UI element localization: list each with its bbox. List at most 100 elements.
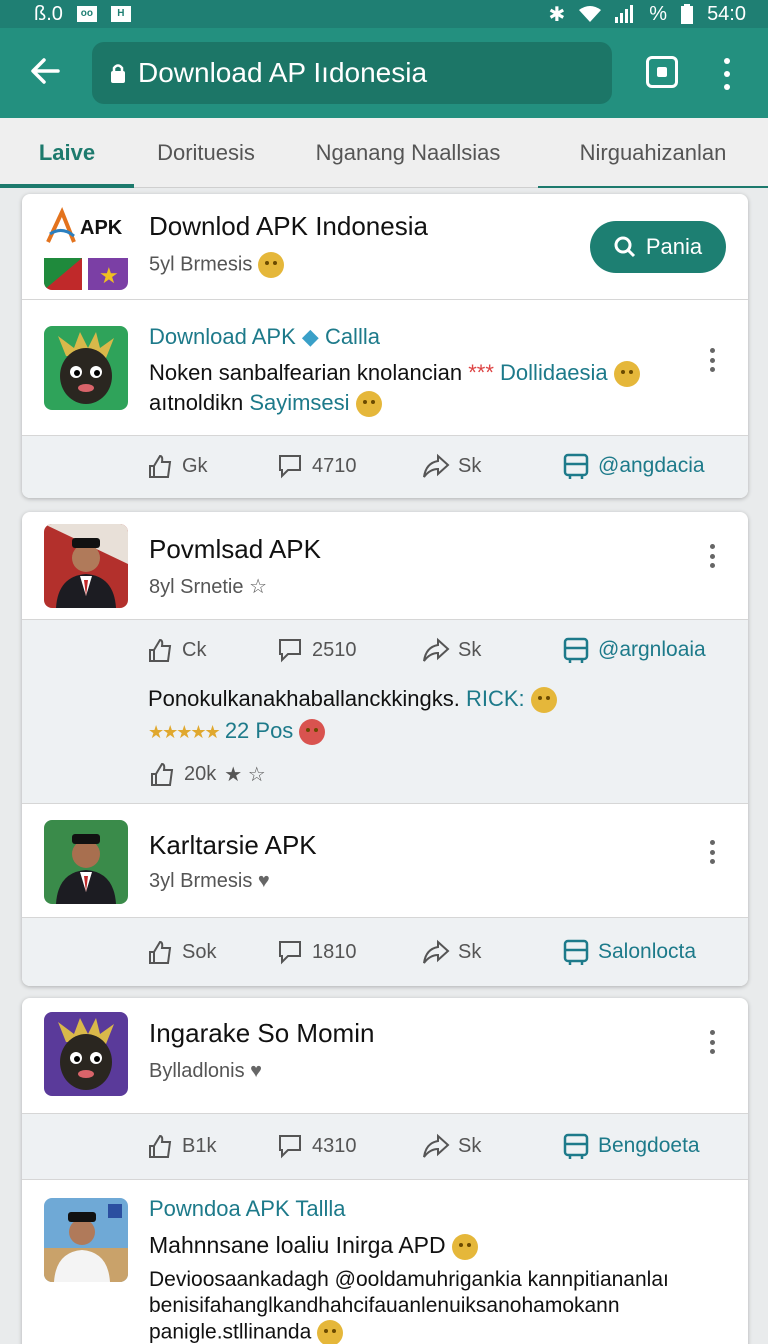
post-line-3: benisifahanglkandhahcifauanlenuiksanoham…	[149, 1294, 620, 1317]
comment-button[interactable]: 2510	[276, 620, 357, 680]
site-subtitle: 5yl Brmesis	[149, 252, 284, 278]
wifi-icon	[579, 6, 602, 22]
post-title: Karltarsie APK	[149, 830, 317, 860]
tab-laive[interactable]: Laive	[0, 118, 134, 188]
post-card-2: Povmlsad APK 8yl Srnetie ☆ Ck 2510 Sk @a…	[22, 512, 748, 986]
back-arrow-icon[interactable]	[28, 54, 62, 88]
post-body: Ponokulkanakhaballanckkingks. RICK:	[148, 686, 557, 714]
post-title: Powndoa APK Tallla	[149, 1196, 346, 1221]
rating-row: ★★★★★ 22 Pos	[148, 718, 326, 746]
more-options-icon[interactable]	[708, 840, 716, 864]
bus-icon	[563, 453, 589, 479]
comment-icon	[279, 639, 301, 663]
like-button[interactable]: Ck	[146, 620, 206, 680]
likes-count[interactable]: 20k ★ ☆	[148, 754, 266, 794]
status-bar: ß.0 oo H ✱ % 54:0	[0, 0, 768, 28]
post-line-2: Devioosaankadagh @ooldamuhrigankia kannp…	[149, 1268, 669, 1291]
post-row-2[interactable]: Povmlsad APK 8yl Srnetie ☆	[22, 512, 748, 620]
battery-icon	[681, 4, 694, 24]
post-title: Ingarake So Momin	[149, 1018, 375, 1048]
notification-icon: oo	[76, 6, 97, 22]
share-icon	[423, 637, 450, 662]
app-bar: Download AP Iıdonesia	[0, 28, 768, 118]
site-title: Downlod APK Indonesia	[149, 211, 428, 241]
share-button[interactable]: Sk	[422, 922, 481, 982]
header-row: APK ★ Downlod APK Indonesia 5yl Brmesis …	[22, 194, 748, 300]
thumbs-up-icon	[149, 1134, 172, 1158]
post-card-3: Ingarake So Momin Bylladlonis ♥ B1k 4310…	[22, 998, 748, 1344]
post-title: Download APK ◆ Callla	[149, 324, 380, 349]
status-left-text: ß.0	[34, 2, 63, 25]
source-link[interactable]: Salonlocta	[562, 922, 696, 982]
post-line-1: Mahnnsane loaliu Inirga APD	[149, 1232, 479, 1260]
more-options-icon[interactable]	[708, 348, 716, 372]
post-line-4: panigle.stllinanda	[149, 1320, 344, 1344]
thumbs-up-icon	[149, 454, 172, 478]
tab-nirguahizanlan[interactable]: Nirguahizanlan	[538, 118, 768, 188]
like-button[interactable]: Gk	[146, 436, 208, 496]
comment-icon	[279, 1135, 301, 1159]
star-rating: ★★★★★	[148, 722, 221, 742]
thumbs-up-icon	[149, 940, 172, 964]
post-subtitle: Bylladlonis ♥	[149, 1060, 263, 1082]
post-card-1: APK ★ Downlod APK Indonesia 5yl Brmesis …	[22, 194, 748, 498]
post-row-3[interactable]: Karltarsie APK 3yl Brmesis ♥	[22, 804, 748, 918]
post-title: Povmlsad APK	[149, 534, 321, 564]
search-icon	[614, 236, 635, 258]
like-button[interactable]: Sok	[146, 922, 216, 982]
bus-icon	[563, 637, 589, 663]
more-options-icon[interactable]	[708, 1030, 716, 1054]
tab-dorituesis[interactable]: Dorituesis	[134, 118, 278, 188]
post-detail-2: Ck 2510 Sk @argnloaia Ponokulkanakhaball…	[22, 620, 748, 804]
post-subtitle: 3yl Brmesis ♥	[149, 870, 270, 892]
share-button[interactable]: Sk	[422, 620, 481, 680]
comment-button[interactable]: 4310	[276, 1116, 357, 1176]
clock: 54:0	[707, 2, 746, 25]
post-subtitle: 8yl Srnetie ☆	[149, 576, 267, 598]
thumbs-up-icon	[151, 762, 174, 786]
overflow-menu-icon[interactable]	[720, 58, 734, 90]
share-button[interactable]: Sk	[422, 1116, 481, 1176]
heart-icon: ♥	[257, 870, 270, 892]
search-button[interactable]: Pania	[590, 221, 726, 273]
emoji-icon	[257, 252, 284, 278]
source-link[interactable]: @angdacia	[562, 436, 705, 496]
post-line-2: aıtnoldikn Sayimsesi	[149, 390, 382, 418]
action-row-1: Gk 4710 Sk @angdacia	[22, 436, 748, 498]
mascot-avatar	[44, 326, 128, 410]
battery-percent: %	[649, 2, 668, 25]
more-options-icon[interactable]	[708, 544, 716, 568]
lock-icon	[111, 64, 125, 83]
share-button[interactable]: Sk	[422, 436, 481, 496]
notification-icon-2: H	[110, 6, 131, 22]
pilot-avatar	[44, 1198, 128, 1282]
comment-button[interactable]: 4710	[276, 436, 357, 496]
tab-bar: Laive Dorituesis Nganang Naallsias Nirgu…	[0, 118, 768, 188]
tab-nganang[interactable]: Nganang Naallsias	[278, 118, 538, 188]
like-button[interactable]: B1k	[146, 1116, 216, 1176]
star-icon: ☆	[249, 576, 267, 598]
share-icon	[423, 453, 450, 478]
signal-icon	[615, 5, 634, 23]
bus-icon	[563, 939, 589, 965]
heart-icon: ♥	[250, 1060, 263, 1082]
source-link[interactable]: @argnloaia	[562, 620, 706, 680]
action-row-3: Sok 1810 Sk Salonlocta	[22, 918, 748, 986]
officer-avatar	[44, 524, 128, 608]
post-row-1[interactable]: Download APK ◆ Callla Noken sanbalfearia…	[22, 300, 748, 436]
source-link[interactable]: Bengdoeta	[562, 1116, 700, 1176]
post-row-5[interactable]: Powndoa APK Tallla Mahnnsane loaliu Inir…	[22, 1180, 748, 1344]
url-bar[interactable]: Download AP Iıdonesia	[92, 42, 612, 104]
logo-text: APK	[80, 217, 123, 239]
url-text: Download AP Iıdonesia	[138, 57, 428, 88]
thumbs-up-icon	[149, 638, 172, 662]
svg-text:★: ★	[99, 263, 119, 288]
bluetooth-icon: ✱	[548, 3, 566, 26]
tabs-button[interactable]	[646, 56, 678, 88]
comment-button[interactable]: 1810	[276, 922, 357, 982]
comment-icon	[279, 455, 301, 479]
share-icon	[423, 1133, 450, 1158]
post-row-4[interactable]: Ingarake So Momin Bylladlonis ♥	[22, 998, 748, 1114]
post-line-1: Noken sanbalfearian knolancian *** Dolli…	[149, 360, 640, 388]
comment-icon	[279, 941, 301, 965]
